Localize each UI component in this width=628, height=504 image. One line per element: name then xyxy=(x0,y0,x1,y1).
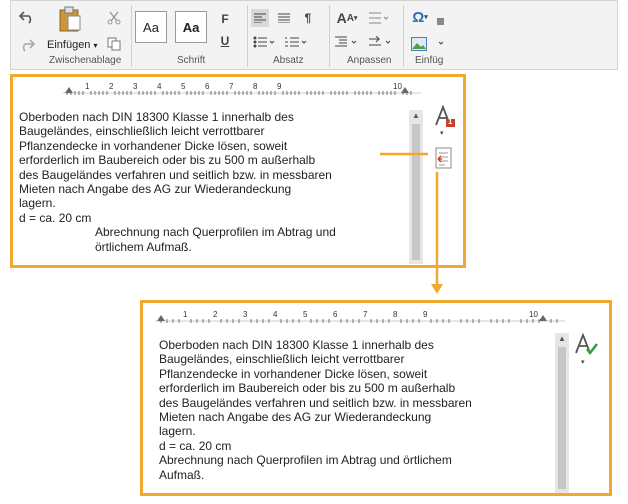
text-line: Baugeländes, einschließlich leicht verro… xyxy=(159,352,405,367)
text-line: Oberboden nach DIN 18300 Klasse 1 innerh… xyxy=(159,338,434,352)
spellcheck-ok-icon[interactable]: ▾ xyxy=(573,332,599,369)
text-line: Aufmaß. xyxy=(159,467,205,482)
text-line: des Baugeländes verfahren und seitlich b… xyxy=(159,395,472,410)
ruler-number: 10 xyxy=(529,310,538,319)
text-line: d = ca. 20 cm xyxy=(159,438,232,453)
text-line: lagern. xyxy=(159,424,196,439)
ruler: 1 2 3 4 5 6 7 8 9 10 xyxy=(155,309,565,325)
document-text[interactable]: Oberboden nach DIN 18300 Klasse 1 innerh… xyxy=(159,338,472,482)
chevron-down-icon: ▾ xyxy=(581,359,585,366)
ruler-number: 9 xyxy=(423,310,428,319)
ruler-number: 5 xyxy=(303,310,308,319)
text-line: Abrechnung nach Querprofilen im Abtrag u… xyxy=(159,453,452,468)
scrollbar-thumb[interactable] xyxy=(558,347,566,489)
text-line: Mieten nach Angabe des AG zur Wiederande… xyxy=(159,410,432,425)
editor-panel-after: 1 2 3 4 5 6 7 8 9 10 Oberboden nach DIN … xyxy=(140,300,612,496)
ruler-number: 8 xyxy=(393,310,398,319)
text-line: erforderlich im Baubereich oder bis zu 5… xyxy=(159,381,456,396)
ruler-number: 1 xyxy=(183,310,188,319)
ruler-number: 3 xyxy=(243,310,248,319)
ruler-number: 2 xyxy=(213,310,218,319)
ruler-number: 7 xyxy=(363,310,368,319)
scroll-up-arrow-icon[interactable]: ▲ xyxy=(556,334,568,344)
ruler-number: 4 xyxy=(273,310,278,319)
ruler-number: 6 xyxy=(333,310,338,319)
text-line: Pflanzendecke in vorhandener Dicke lösen… xyxy=(159,366,428,381)
scrollbar[interactable]: ▲ xyxy=(555,333,569,493)
